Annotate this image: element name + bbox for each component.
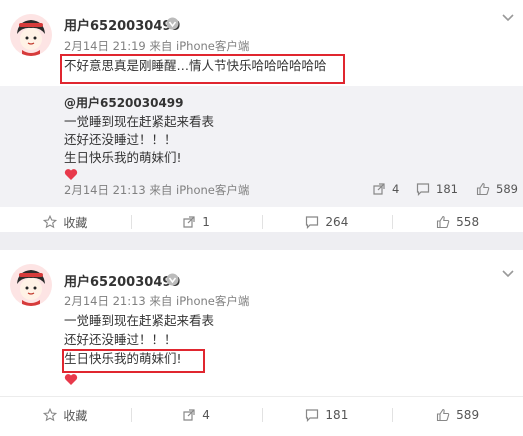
favorite-label: 收藏 xyxy=(63,408,88,423)
forward-comment-count[interactable]: 181 xyxy=(416,182,458,196)
repost-icon xyxy=(183,216,195,228)
forward-like-count[interactable]: 589 xyxy=(476,182,518,196)
forward-repost-count[interactable]: 4 xyxy=(372,182,399,196)
forward-line-2: 还好还没睡过！！！ xyxy=(64,132,177,147)
favorite-label: 收藏 xyxy=(63,215,88,230)
like-icon xyxy=(437,215,450,229)
weibo-post-2: 用户6520030499 2月14日 21:13 来自 iPhone客户端 一觉… xyxy=(0,250,523,436)
like-button[interactable]: 589 xyxy=(392,403,523,427)
repost-icon xyxy=(183,409,195,421)
star-icon xyxy=(43,215,58,229)
forward-repost-value: 4 xyxy=(392,182,400,196)
favorite-button[interactable]: 收藏 xyxy=(0,403,131,427)
repost-count: 4 xyxy=(202,408,210,422)
repost-icon xyxy=(373,183,385,195)
chevron-down-icon[interactable] xyxy=(501,269,515,279)
comment-count: 181 xyxy=(325,408,349,422)
comment-icon xyxy=(416,183,430,196)
post-action-bar: 收藏 1 264 558 xyxy=(0,210,523,234)
comment-count: 264 xyxy=(325,215,349,229)
forward-line-1: 一觉睡到现在赶紧起来看表 xyxy=(64,114,215,129)
like-button[interactable]: 558 xyxy=(392,210,523,234)
repost-button[interactable]: 4 xyxy=(130,403,262,427)
comment-button[interactable]: 264 xyxy=(261,210,393,234)
vip-badge-icon xyxy=(166,273,179,286)
post-username[interactable]: 用户6520030499 xyxy=(64,15,180,34)
weibo-post-1: 用户6520030499 2月14日 21:19 来自 iPhone客户端 不好… xyxy=(0,0,523,232)
post-line-1: 一觉睡到现在赶紧起来看表 xyxy=(64,313,215,328)
like-icon xyxy=(437,408,450,422)
post-action-bar: 收藏 4 181 589 xyxy=(0,403,523,427)
post-meta: 2月14日 21:19 来自 iPhone客户端 xyxy=(64,39,250,53)
repost-button[interactable]: 1 xyxy=(130,210,262,234)
post-line-2: 还好还没睡过！！！ xyxy=(64,332,177,347)
forward-username[interactable]: @用户6520030499 xyxy=(64,94,184,111)
forwarded-post[interactable]: @用户6520030499 一觉睡到现在赶紧起来看表 还好还没睡过！！！ 生日快… xyxy=(0,86,523,207)
like-icon xyxy=(476,182,490,196)
forward-like-value: 589 xyxy=(496,182,518,196)
forward-comment-value: 181 xyxy=(436,182,458,196)
favorite-button[interactable]: 收藏 xyxy=(0,210,131,234)
post-username[interactable]: 用户6520030499 xyxy=(64,271,180,290)
vip-badge-icon xyxy=(166,17,179,30)
action-divider xyxy=(0,396,523,397)
repost-count: 1 xyxy=(202,215,210,229)
forward-meta: 2月14日 21:13 来自 iPhone客户端 xyxy=(64,183,250,197)
heart-icon xyxy=(64,169,78,180)
forward-line-3: 生日快乐我的萌妹们! xyxy=(64,150,182,165)
chevron-down-icon[interactable] xyxy=(501,13,515,23)
highlight-box xyxy=(62,349,205,373)
star-icon xyxy=(43,408,58,422)
user-avatar[interactable] xyxy=(10,264,52,306)
heart-icon xyxy=(64,374,78,385)
post-meta: 2月14日 21:13 来自 iPhone客户端 xyxy=(64,294,250,308)
like-count: 589 xyxy=(456,408,480,422)
user-avatar[interactable] xyxy=(10,14,52,56)
post-separator xyxy=(0,232,523,250)
like-count: 558 xyxy=(456,215,480,229)
comment-icon xyxy=(306,409,319,422)
comment-button[interactable]: 181 xyxy=(261,403,393,427)
comment-icon xyxy=(306,216,319,229)
highlight-box xyxy=(60,54,345,84)
